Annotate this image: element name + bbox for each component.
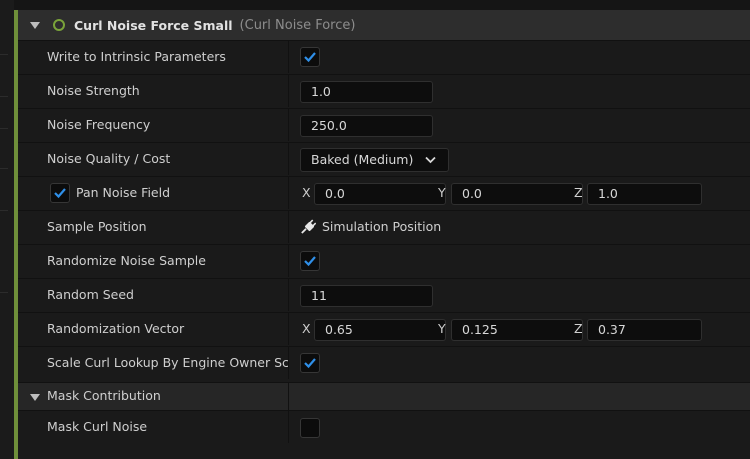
pan-z-axis-label: Z <box>574 185 583 200</box>
noise-strength-input[interactable]: 1.0 <box>300 81 433 103</box>
row-mask-curl-noise: Mask Curl Noise <box>18 410 750 443</box>
pan-z-input[interactable]: 1.0 <box>587 183 702 205</box>
randomize-noise-sample-checkbox[interactable] <box>300 251 320 271</box>
rand-z-axis-label: Z <box>574 321 583 336</box>
randomization-vector-label: Randomization Vector <box>47 321 185 336</box>
module-title: Curl Noise Force Small <box>74 17 233 33</box>
row-pan-noise-field: Pan Noise Field X 0.0 Y 0.0 Z 1.0 <box>18 176 750 209</box>
mask-curl-noise-label: Mask Curl Noise <box>47 419 148 434</box>
noise-frequency-input[interactable]: 250.0 <box>300 115 433 137</box>
noise-quality-dropdown[interactable]: Baked (Medium) <box>300 148 449 172</box>
row-noise-quality: Noise Quality / Cost Baked (Medium) <box>18 142 750 175</box>
pan-x-input[interactable]: 0.0 <box>314 183 446 205</box>
rand-y-axis-label: Y <box>438 321 446 336</box>
pan-noise-field-label: Pan Noise Field <box>76 185 171 200</box>
row-sample-position: Sample Position Simulation Position <box>18 210 750 243</box>
mask-curl-noise-checkbox[interactable] <box>300 418 320 438</box>
module-enabled-icon[interactable] <box>53 19 65 31</box>
outliner-gutter <box>0 0 14 459</box>
noise-quality-value: Baked (Medium) <box>311 152 414 167</box>
noise-strength-label: Noise Strength <box>47 83 140 98</box>
collapse-arrow-icon[interactable] <box>30 21 40 29</box>
checkmark-icon <box>304 256 316 267</box>
row-random-seed: Random Seed 11 <box>18 278 750 311</box>
noise-quality-label: Noise Quality / Cost <box>47 151 171 166</box>
rand-x-axis-label: X <box>302 321 311 336</box>
checkmark-icon <box>54 188 66 199</box>
rand-x-input[interactable]: 0.65 <box>314 319 446 341</box>
sample-position-label: Sample Position <box>47 219 147 234</box>
checkmark-icon <box>304 358 316 369</box>
random-seed-input[interactable]: 11 <box>300 285 433 307</box>
row-noise-frequency: Noise Frequency 250.0 <box>18 108 750 141</box>
random-seed-label: Random Seed <box>47 287 134 302</box>
module-header[interactable]: Curl Noise Force Small (Curl Noise Force… <box>18 10 750 40</box>
section-collapse-arrow-icon[interactable] <box>30 394 40 401</box>
rand-y-input[interactable]: 0.125 <box>451 319 583 341</box>
rand-z-input[interactable]: 0.37 <box>587 319 702 341</box>
scale-curl-lookup-checkbox[interactable] <box>300 353 320 373</box>
randomize-noise-sample-label: Randomize Noise Sample <box>47 253 206 268</box>
plug-icon[interactable] <box>300 219 316 235</box>
row-scale-curl-lookup: Scale Curl Lookup By Engine Owner Sc <box>18 346 750 379</box>
pan-y-axis-label: Y <box>438 185 446 200</box>
noise-frequency-label: Noise Frequency <box>47 117 151 132</box>
row-randomization-vector: Randomization Vector X 0.65 Y 0.125 Z 0.… <box>18 312 750 345</box>
scale-curl-lookup-label: Scale Curl Lookup By Engine Owner Sc <box>47 355 289 370</box>
details-panel: Curl Noise Force Small (Curl Noise Force… <box>18 10 750 459</box>
checkmark-icon <box>304 52 316 63</box>
write-intrinsic-label: Write to Intrinsic Parameters <box>47 49 226 64</box>
chevron-down-icon <box>425 156 436 164</box>
section-mask-contribution[interactable]: Mask Contribution <box>18 382 750 410</box>
pan-noise-field-checkbox[interactable] <box>50 183 70 203</box>
module-subtitle: (Curl Noise Force) <box>239 17 356 33</box>
row-noise-strength: Noise Strength 1.0 <box>18 74 750 107</box>
pan-x-axis-label: X <box>302 185 311 200</box>
write-intrinsic-checkbox[interactable] <box>300 47 320 67</box>
mask-contribution-label: Mask Contribution <box>47 388 161 403</box>
pan-y-input[interactable]: 0.0 <box>451 183 583 205</box>
sample-position-value[interactable]: Simulation Position <box>322 211 441 243</box>
row-write-intrinsic: Write to Intrinsic Parameters <box>18 40 750 73</box>
row-randomize-noise-sample: Randomize Noise Sample <box>18 244 750 277</box>
